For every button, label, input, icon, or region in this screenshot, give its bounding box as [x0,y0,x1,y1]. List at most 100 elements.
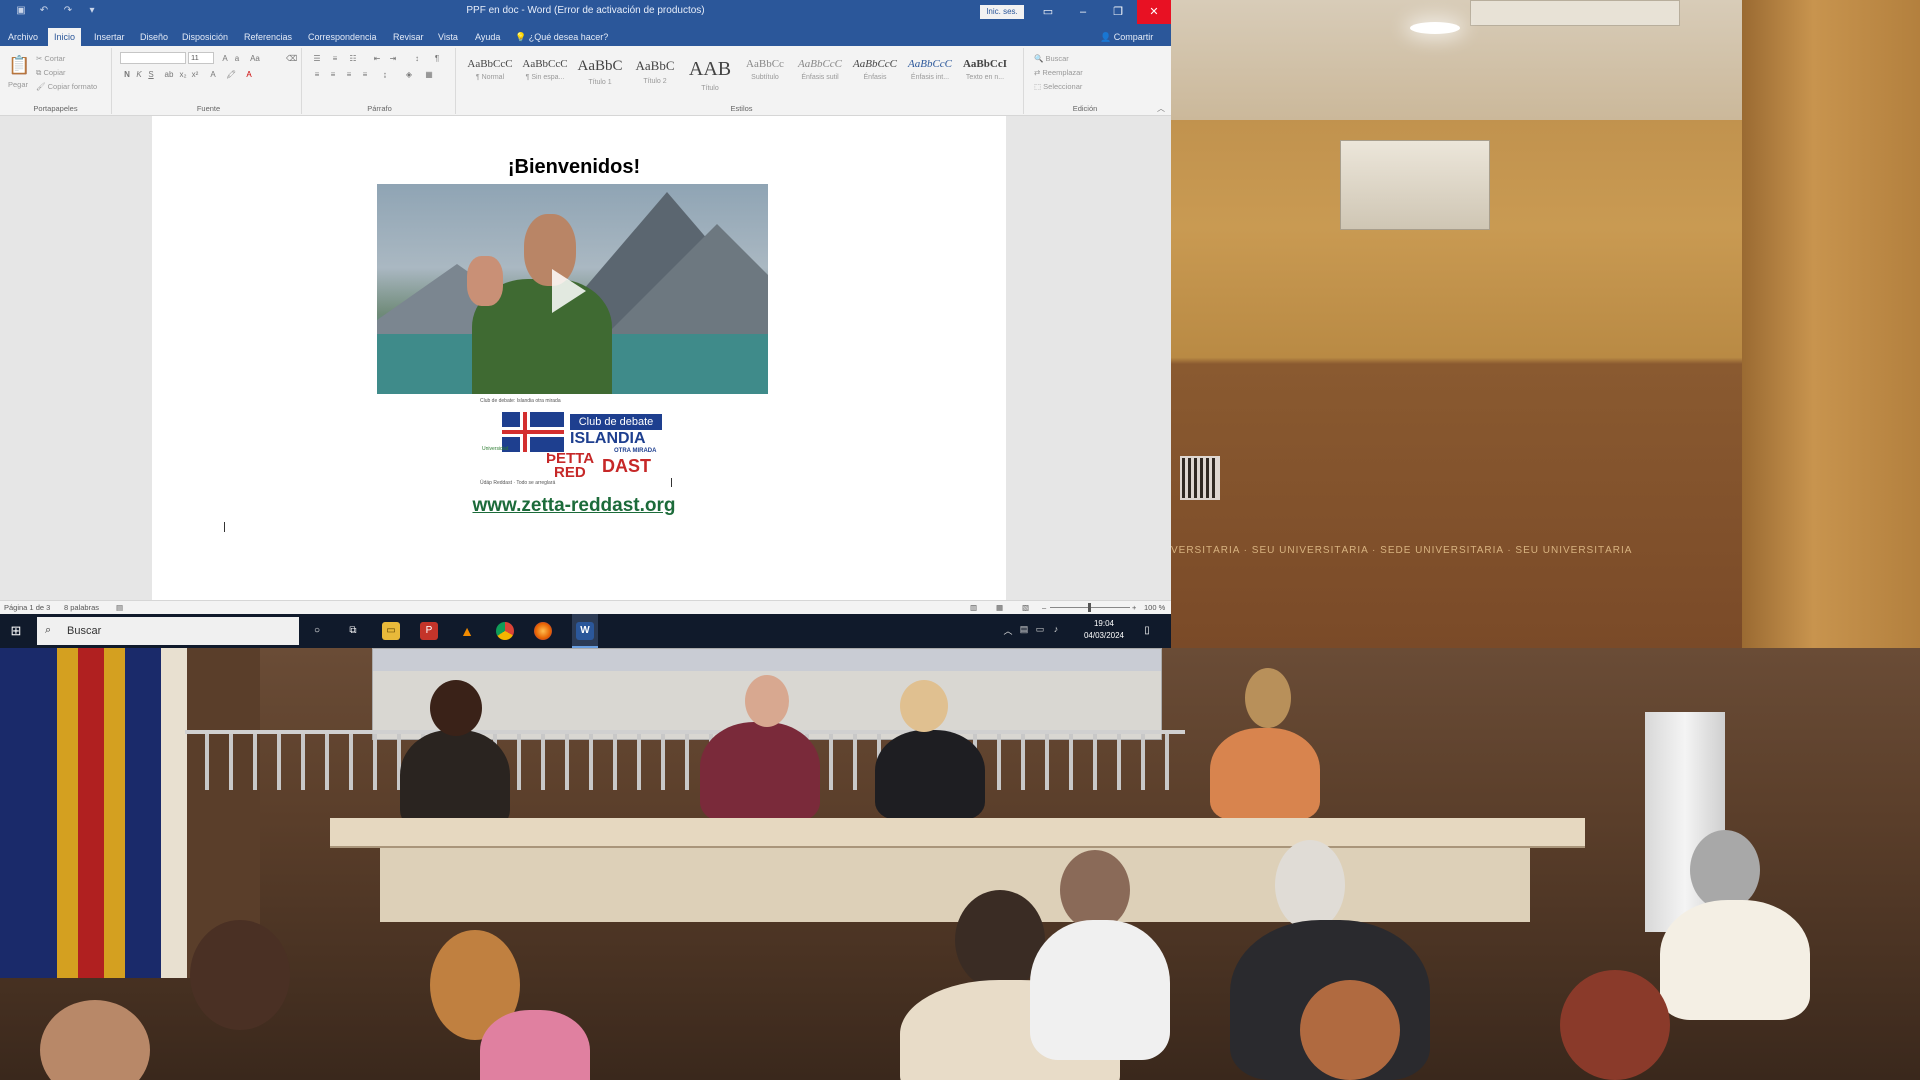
close-button[interactable]: ✕ [1137,0,1171,24]
wall-frieze-text: VERSITÀRIA · SEU UNIVERSITÀRIA · SEDE UN… [1171,545,1633,556]
style-subtitle[interactable]: AaBbCc Subtítulo [739,58,791,102]
align-center-icon[interactable]: ≡ [328,70,338,80]
style-strong[interactable]: AaBbCcI Texto en n... [959,58,1011,102]
style-heading-1[interactable]: AaBbC Título 1 [574,58,626,102]
embedded-video[interactable] [377,184,768,394]
font-color-icon[interactable]: A [244,70,254,80]
document-page[interactable]: ¡Bienvenidos! Club de debate: Islandia o… [152,116,1006,600]
superscript-icon[interactable]: x² [190,70,200,80]
zoom-level[interactable]: 100 % [1144,603,1165,612]
decrease-indent-icon[interactable]: ⇤ [372,54,382,64]
task-view-icon[interactable]: ⧉ [344,622,362,640]
word-icon[interactable]: W [576,622,594,640]
subscript-icon[interactable]: x₂ [178,70,188,80]
tab-archivo[interactable]: Archivo [2,28,44,46]
borders-icon[interactable]: ▦ [424,70,434,80]
style-normal[interactable]: AaBbCcC ¶ Normal [464,58,516,102]
tab-disposicion[interactable]: Disposición [176,28,234,46]
paste-icon[interactable]: 📋 [8,54,30,76]
increase-indent-icon[interactable]: ⇥ [388,54,398,64]
tab-ayuda[interactable]: Ayuda [469,28,506,46]
clock[interactable]: 19:04 04/03/2024 [1075,618,1133,642]
font-name-input[interactable] [120,52,186,64]
align-left-icon[interactable]: ≡ [312,70,322,80]
sort-icon[interactable]: ↕ [412,54,422,64]
tab-correspondencia[interactable]: Correspondencia [302,28,383,46]
chrome-icon[interactable] [496,622,514,640]
taskbar-search[interactable]: ⌕ Buscar [37,617,299,645]
word-count[interactable]: 8 palabras [64,603,99,612]
select-button[interactable]: ⬚ Seleccionar [1034,82,1082,91]
minimize-button[interactable]: – [1066,0,1100,24]
file-explorer-icon[interactable]: ▭ [382,622,400,640]
select-label: Seleccionar [1043,82,1083,91]
tab-diseno[interactable]: Diseño [134,28,174,46]
zoom-slider-thumb[interactable] [1088,603,1091,612]
copy-button[interactable]: ⧉ Copiar [36,68,66,78]
style-intense-emphasis[interactable]: AaBbCcC Énfasis int... [904,58,956,102]
show-marks-icon[interactable]: ¶ [432,54,442,64]
tell-me-search[interactable]: 💡 ¿Qué desea hacer? [515,28,608,46]
zoom-in-icon[interactable]: + [1132,603,1136,612]
restore-button[interactable]: ❐ [1101,0,1135,24]
zoom-out-icon[interactable]: – [1042,603,1046,612]
play-icon[interactable] [552,269,586,313]
style-no-spacing[interactable]: AaBbCcC ¶ Sin espa... [519,58,571,102]
align-right-icon[interactable]: ≡ [344,70,354,80]
bold-icon[interactable]: N [122,70,132,80]
proofing-icon[interactable]: ▤ [116,603,123,612]
signin-button[interactable]: Inic. ses. [980,5,1024,19]
strikethrough-icon[interactable]: ab [164,70,174,80]
clear-formatting-icon[interactable]: ⌫ [286,54,297,64]
network-icon[interactable]: ▤ [1018,624,1030,635]
underline-icon[interactable]: S [146,70,156,80]
numbering-icon[interactable]: ≡ [330,54,340,64]
style-sample: AaBbCc [746,58,784,70]
text-effects-icon[interactable]: A [208,70,218,80]
justify-icon[interactable]: ≡ [360,70,370,80]
line-spacing-icon[interactable]: ↨ [380,70,390,80]
change-case-icon[interactable]: Aa [250,54,260,64]
italic-icon[interactable]: K [134,70,144,80]
tab-revisar[interactable]: Revisar [387,28,430,46]
style-heading-2[interactable]: AaBbC Título 2 [629,58,681,102]
font-size-input[interactable]: 11 [188,52,214,64]
windows-start-icon[interactable]: ⊞ [8,623,24,639]
bullets-icon[interactable]: ☰ [312,54,322,64]
paste-label[interactable]: Pegar [8,80,28,89]
tab-vista[interactable]: Vista [432,28,464,46]
page-count[interactable]: Página 1 de 3 [4,603,50,612]
style-title[interactable]: AAB Título [684,58,736,102]
firefox-icon[interactable] [534,622,552,640]
find-button[interactable]: 🔍 Buscar [1034,54,1069,63]
shading-icon[interactable]: ◈ [404,70,414,80]
web-layout-icon[interactable]: ▧ [1022,603,1029,612]
vlc-icon[interactable]: ▲ [458,622,476,640]
multilevel-list-icon[interactable]: ☷ [348,54,358,64]
volume-icon[interactable]: ♪ [1050,624,1062,634]
tray-overflow-icon[interactable]: ︿ [1002,624,1014,637]
font-group: 11 A a Aa ⌫ N K S ab x₂ x² A 🖍 A Fuente [116,48,302,114]
display-icon[interactable]: ▭ [1034,624,1046,635]
shrink-font-icon[interactable]: a [232,54,242,64]
grow-font-icon[interactable]: A [220,54,230,64]
read-mode-icon[interactable]: ▥ [970,603,977,612]
format-painter-button[interactable]: 🖌 Copiar formato [36,82,97,91]
tab-insertar[interactable]: Insertar [88,28,131,46]
pdf-reader-icon[interactable]: P [420,622,438,640]
ribbon-display-options-icon[interactable]: ▭ [1031,0,1065,24]
print-layout-icon[interactable]: ▦ [996,603,1003,612]
logo-caption: Club de debate: Islandia otra mirada [480,398,561,404]
tab-referencias[interactable]: Referencias [238,28,298,46]
style-subtle-emphasis[interactable]: AaBbCcC Énfasis sutil [794,58,846,102]
cortana-icon[interactable]: ○ [308,622,326,640]
highlight-icon[interactable]: 🖍 [226,70,236,80]
collapse-ribbon-icon[interactable]: ︿ [1156,104,1166,114]
notifications-icon[interactable]: ▯ [1140,624,1154,638]
replace-button[interactable]: ⇄ Reemplazar [1034,68,1083,77]
tab-inicio[interactable]: Inicio [48,28,82,46]
cut-button[interactable]: ✂ Cortar [36,54,65,63]
share-button[interactable]: 👤 Compartir [1100,28,1153,46]
website-link[interactable]: www.zetta-reddast.org [152,495,996,517]
style-emphasis[interactable]: AaBbCcC Énfasis [849,58,901,102]
